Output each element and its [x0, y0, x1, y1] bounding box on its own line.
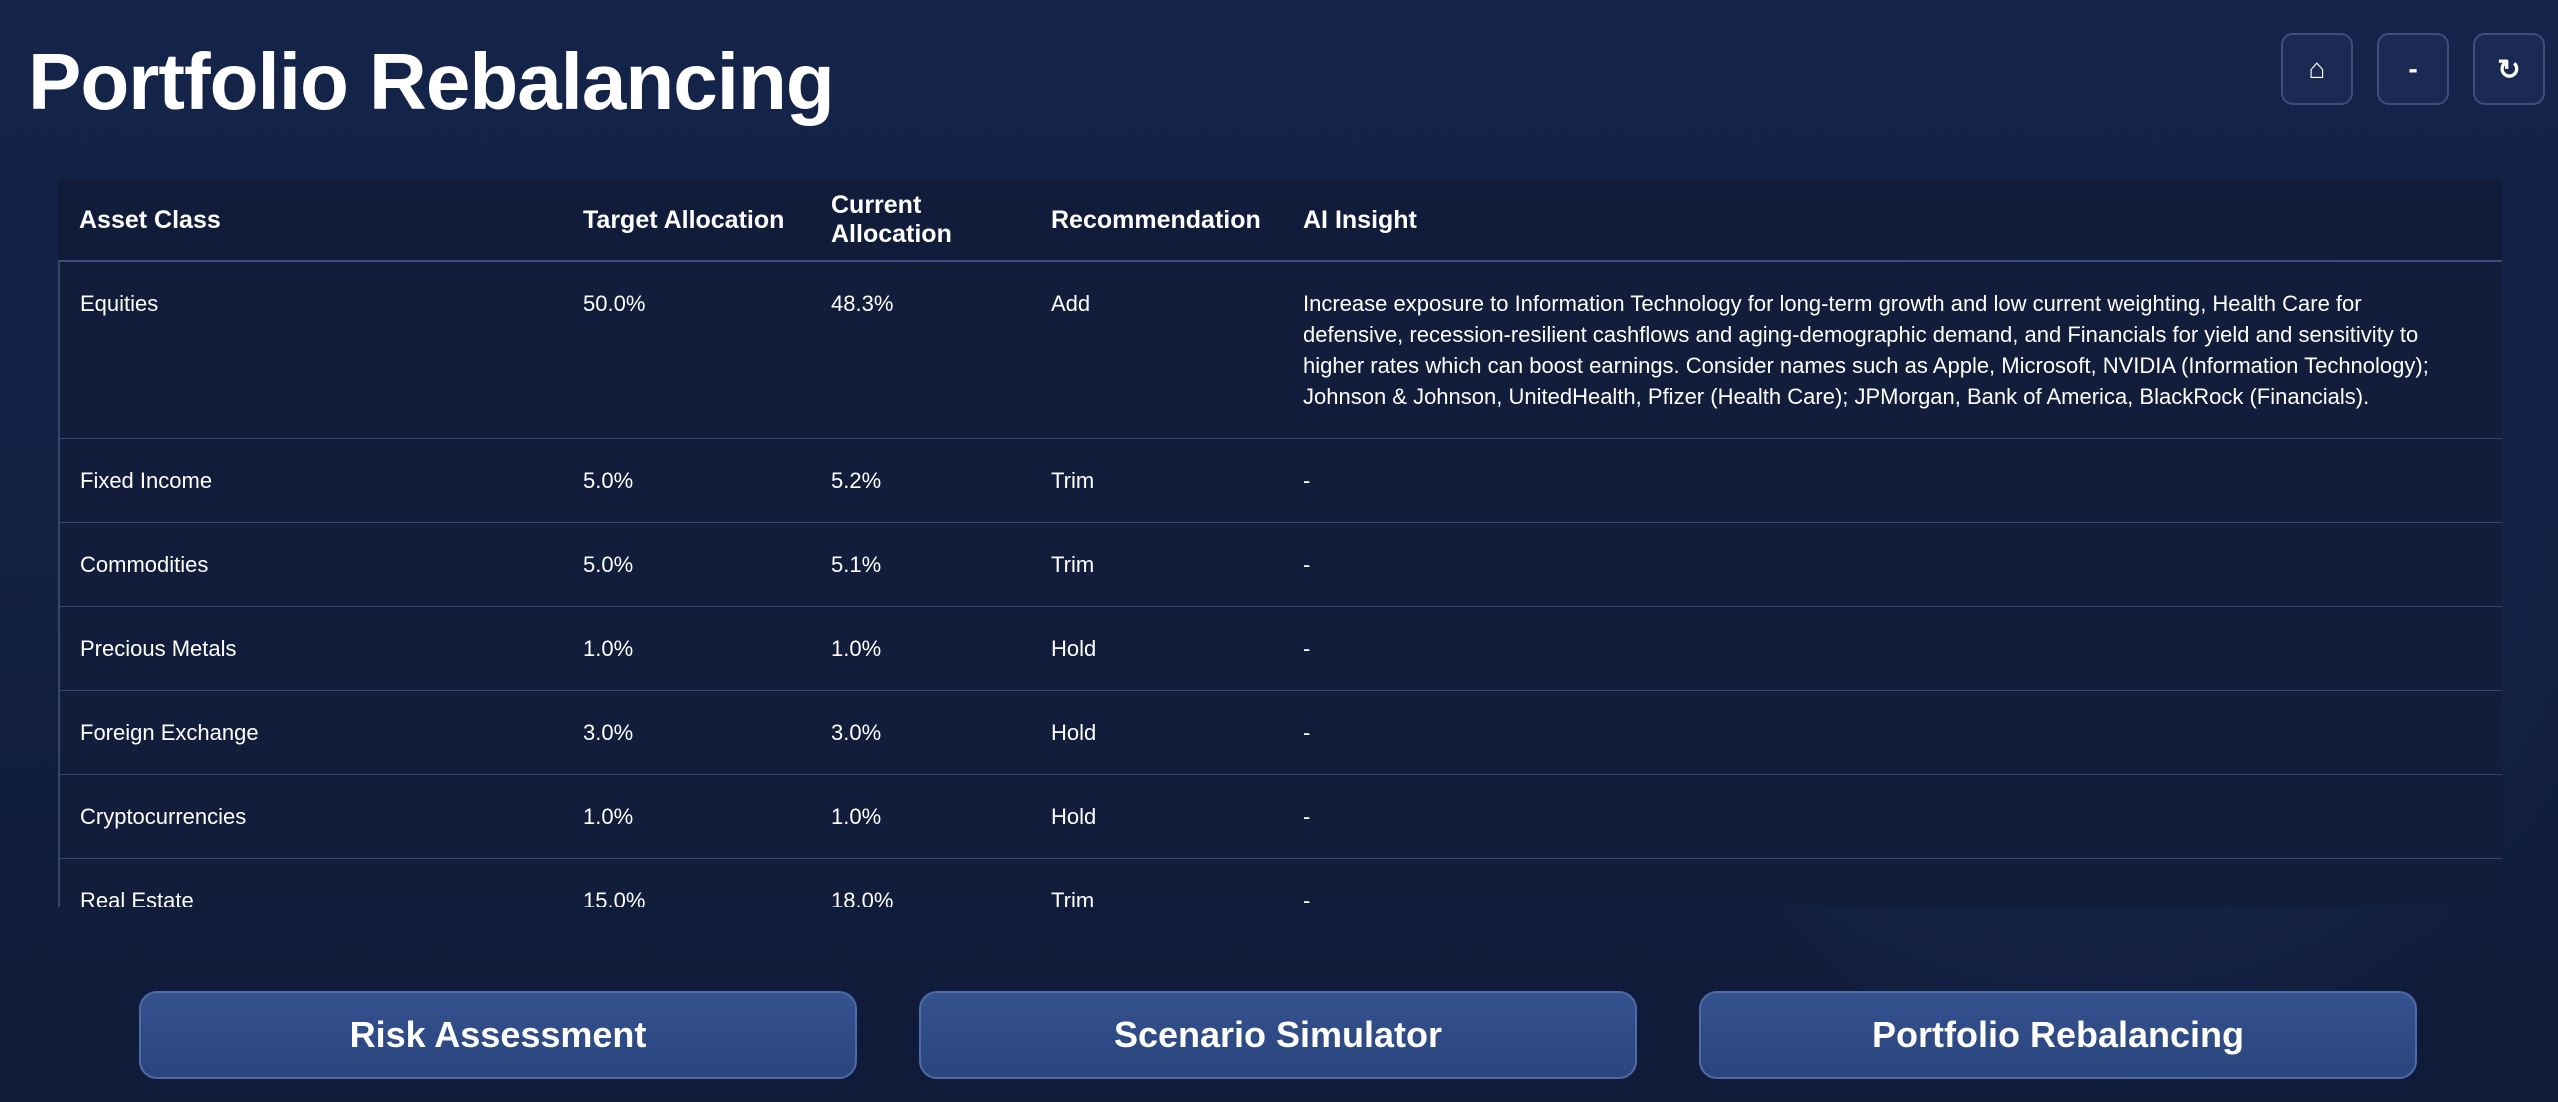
minimize-icon: -: [2408, 53, 2418, 84]
table-row: Foreign Exchange 3.0% 3.0% Hold -: [58, 690, 2502, 775]
cell-asset-class: Fixed Income: [58, 438, 563, 523]
cell-asset-class: Real Estate: [58, 858, 563, 907]
cell-asset-class: Precious Metals: [58, 606, 563, 691]
refresh-icon: ↻: [2497, 53, 2521, 85]
scenario-simulator-button[interactable]: Scenario Simulator: [919, 991, 1637, 1079]
cell-ai-insight: -: [1283, 858, 2502, 907]
cell-recommendation: Add: [1031, 261, 1283, 439]
cell-asset-class: Foreign Exchange: [58, 690, 563, 775]
cell-ai-insight: -: [1283, 606, 2502, 691]
column-header-asset-class[interactable]: Asset Class: [59, 180, 563, 262]
cell-target-allocation: 5.0%: [563, 522, 811, 607]
cell-ai-insight: Increase exposure to Information Technol…: [1283, 261, 2502, 439]
cell-current-allocation: 3.0%: [811, 690, 1031, 775]
page-title: Portfolio Rebalancing: [28, 37, 835, 126]
cell-asset-class: Cryptocurrencies: [58, 774, 563, 859]
cell-target-allocation: 15.0%: [563, 858, 811, 907]
refresh-button[interactable]: ↻: [2473, 33, 2545, 105]
table-row: Cryptocurrencies 1.0% 1.0% Hold -: [58, 774, 2502, 859]
home-button[interactable]: ⌂: [2281, 33, 2353, 105]
home-icon: ⌂: [2308, 53, 2326, 84]
table-header-row: Asset Class Target Allocation Current Al…: [59, 180, 2502, 262]
risk-assessment-button[interactable]: Risk Assessment: [139, 991, 857, 1079]
cell-current-allocation: 5.2%: [811, 438, 1031, 523]
table-row: Commodities 5.0% 5.1% Trim -: [58, 522, 2502, 607]
cell-asset-class: Commodities: [58, 522, 563, 607]
cell-asset-class: Equities: [58, 261, 563, 439]
column-header-target-allocation[interactable]: Target Allocation: [563, 180, 811, 262]
cell-recommendation: Trim: [1031, 438, 1283, 523]
cell-target-allocation: 1.0%: [563, 774, 811, 859]
table-row: Fixed Income 5.0% 5.2% Trim -: [58, 438, 2502, 523]
cell-target-allocation: 3.0%: [563, 690, 811, 775]
cell-recommendation: Hold: [1031, 606, 1283, 691]
cell-current-allocation: 1.0%: [811, 606, 1031, 691]
cell-target-allocation: 50.0%: [563, 261, 811, 439]
cell-current-allocation: 18.0%: [811, 858, 1031, 907]
cell-ai-insight: -: [1283, 522, 2502, 607]
cell-current-allocation: 5.1%: [811, 522, 1031, 607]
cell-recommendation: Trim: [1031, 522, 1283, 607]
cell-current-allocation: 1.0%: [811, 774, 1031, 859]
minimize-button[interactable]: -: [2377, 33, 2449, 105]
portfolio-rebalancing-button[interactable]: Portfolio Rebalancing: [1699, 991, 2417, 1079]
cell-target-allocation: 5.0%: [563, 438, 811, 523]
rebalancing-table-panel[interactable]: Asset Class Target Allocation Current Al…: [58, 180, 2502, 907]
cell-recommendation: Hold: [1031, 690, 1283, 775]
column-header-ai-insight[interactable]: AI Insight: [1283, 180, 2502, 262]
column-header-recommendation[interactable]: Recommendation: [1031, 180, 1283, 262]
table-row: Precious Metals 1.0% 1.0% Hold -: [58, 606, 2502, 691]
table-row: Equities 50.0% 48.3% Add Increase exposu…: [58, 261, 2502, 439]
column-header-current-allocation[interactable]: Current Allocation: [811, 180, 1031, 262]
table-row: Real Estate 15.0% 18.0% Trim -: [58, 858, 2502, 907]
cell-ai-insight: -: [1283, 438, 2502, 523]
cell-ai-insight: -: [1283, 774, 2502, 859]
cell-recommendation: Hold: [1031, 774, 1283, 859]
cell-ai-insight: -: [1283, 690, 2502, 775]
cell-recommendation: Trim: [1031, 858, 1283, 907]
cell-target-allocation: 1.0%: [563, 606, 811, 691]
rebalancing-table: Asset Class Target Allocation Current Al…: [58, 180, 2502, 907]
cell-current-allocation: 48.3%: [811, 261, 1031, 439]
